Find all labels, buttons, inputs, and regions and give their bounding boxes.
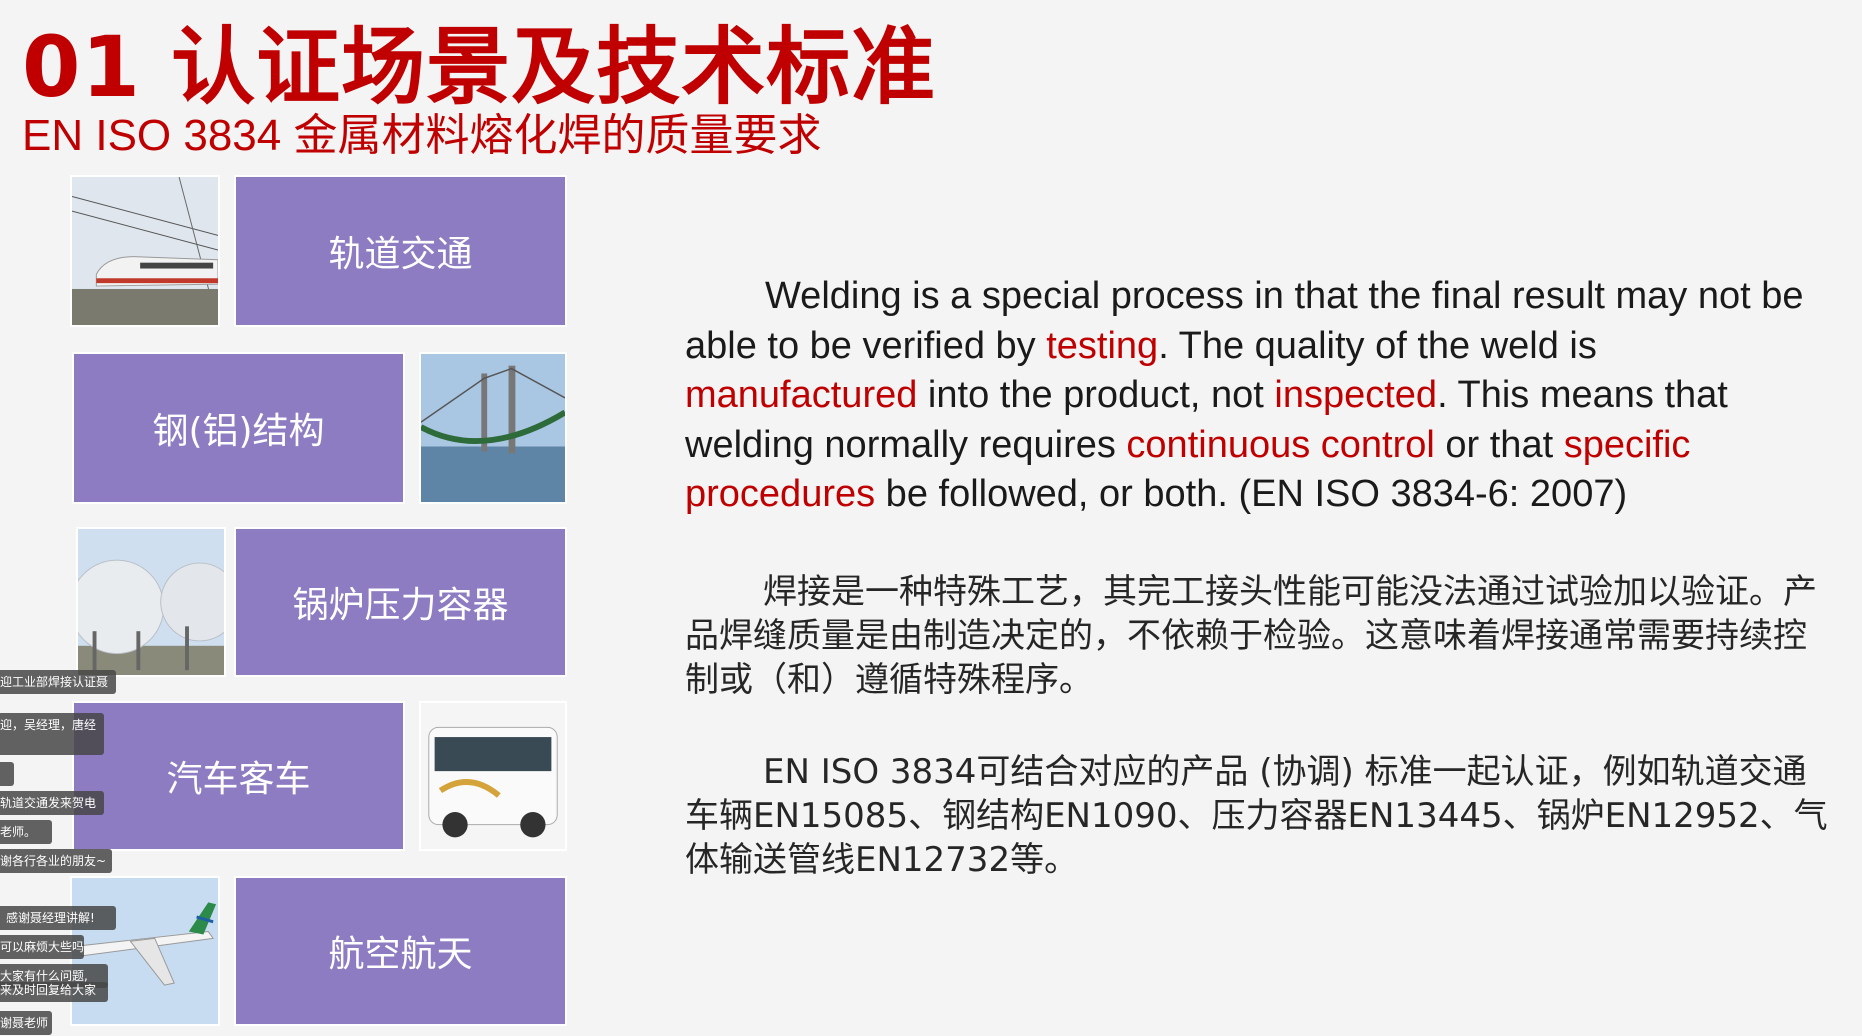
en-highlight-manufactured: manufactured (685, 374, 918, 416)
subtitle-standard: EN ISO 3834 (22, 111, 294, 160)
coach-bus-photo (419, 701, 567, 851)
subtitle-description: 金属材料熔化焊的质量要求 (293, 110, 822, 161)
cn-text-1: 焊接是一种特殊工艺，其完工接头性能可能没法通过试验加以验证。产品焊缝质量是由制造… (685, 572, 1817, 700)
en-text-5: or that (1434, 423, 1564, 466)
suspension-bridge-photo (419, 352, 567, 504)
cn-text-2: EN ISO 3834可结合对应的产品 (协调) 标准一起认证，例如轨道交通车辆… (685, 752, 1828, 880)
chat-message[interactable]: 谢各行各业的朋友~ (0, 849, 112, 873)
chat-message[interactable] (0, 762, 14, 786)
en-text-3: into the product, not (917, 374, 1275, 416)
slide-subtitle: EN ISO 3834 金属材料熔化焊的质量要求 (22, 108, 821, 164)
chat-message[interactable]: 来及时回复给大家 (0, 982, 108, 1002)
spherical-tank-photo (76, 527, 226, 677)
tile-bus: 汽车客车 (72, 701, 405, 851)
chat-message[interactable]: 可以麻烦大些吗 (0, 935, 84, 959)
chat-message[interactable]: 迎工业部焊接认证聂 (0, 670, 116, 694)
paragraph-chinese-1: 焊接是一种特殊工艺，其完工接头性能可能没法通过试验加以验证。产品焊缝质量是由制造… (685, 570, 1835, 702)
chat-message[interactable]: 老师。 (0, 820, 52, 844)
en-text-6: be followed, or both. (EN ISO 3834-6: 20… (875, 473, 1628, 515)
high-speed-train-photo (70, 175, 220, 327)
en-highlight-testing: testing (1046, 324, 1159, 367)
paragraph-english: Welding is a special process in that the… (685, 272, 1835, 520)
en-highlight-inspected: inspected (1274, 374, 1438, 416)
airliner-photo (70, 876, 220, 1026)
en-highlight-continuous-control: continuous control (1126, 423, 1435, 466)
slide-title: 01 认证场景及技术标准 (22, 18, 937, 116)
tile-rail: 轨道交通 (234, 175, 567, 327)
chat-message[interactable]: 迎，吴经理，唐经 (0, 713, 104, 755)
en-text-2: . The quality of the weld is (1158, 324, 1597, 367)
chat-message[interactable]: 轨道交通发来贺电 (0, 791, 104, 815)
chat-message[interactable]: 感谢聂经理讲解! (0, 906, 116, 930)
tile-boiler-pressure-vessel: 锅炉压力容器 (234, 527, 567, 677)
tile-steel-structure: 钢(铝)结构 (72, 352, 405, 504)
paragraph-chinese-2: EN ISO 3834可结合对应的产品 (协调) 标准一起认证，例如轨道交通车辆… (685, 750, 1835, 882)
tile-aerospace: 航空航天 (234, 876, 567, 1026)
chat-message[interactable]: 谢聂老师 (0, 1011, 52, 1035)
